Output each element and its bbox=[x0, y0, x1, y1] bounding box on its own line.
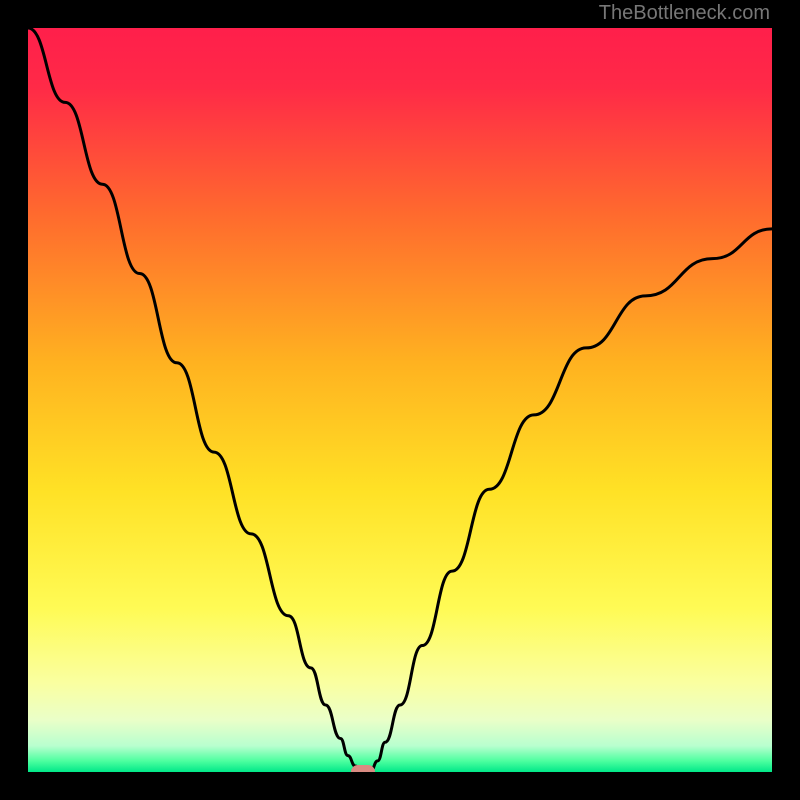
watermark-text: TheBottleneck.com bbox=[599, 2, 770, 25]
optimal-point-marker bbox=[351, 765, 375, 772]
chart-wrapper: TheBottleneck.com bbox=[0, 0, 800, 800]
plot-area bbox=[28, 28, 772, 772]
bottleneck-curve bbox=[28, 28, 772, 772]
